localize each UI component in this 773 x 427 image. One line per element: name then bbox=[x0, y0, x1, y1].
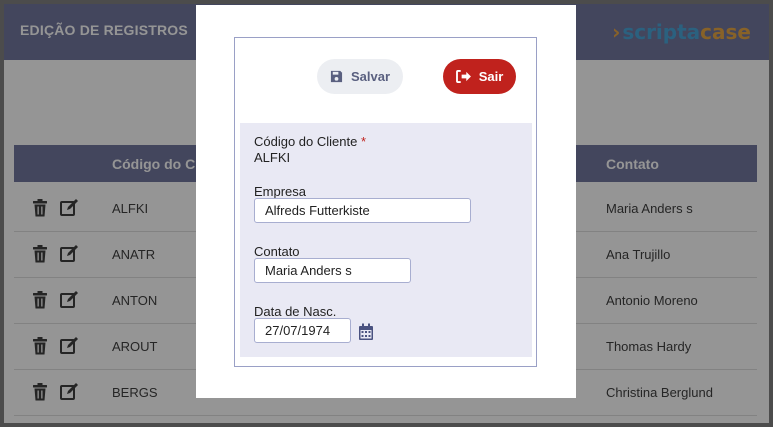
codigo-label: Código do Cliente * bbox=[254, 134, 367, 149]
required-marker: * bbox=[360, 134, 367, 149]
empresa-field[interactable] bbox=[254, 198, 471, 223]
contato-label: Contato bbox=[254, 244, 300, 259]
record-form: Código do Cliente * ALFKI Empresa Contat… bbox=[240, 123, 532, 357]
exit-label: Sair bbox=[478, 69, 504, 84]
exit-button[interactable]: Sair bbox=[443, 59, 516, 94]
exit-icon bbox=[455, 70, 471, 83]
contato-field[interactable] bbox=[254, 258, 411, 283]
empresa-label: Empresa bbox=[254, 184, 307, 199]
nasc-field[interactable] bbox=[254, 318, 351, 343]
calendar-icon[interactable] bbox=[358, 323, 374, 341]
form-frame: Salvar Sair Código do Cliente * ALFKI Em… bbox=[234, 37, 537, 367]
nasc-label: Data de Nasc. bbox=[254, 304, 337, 319]
save-label: Salvar bbox=[350, 69, 391, 84]
save-icon bbox=[330, 70, 343, 83]
save-button[interactable]: Salvar bbox=[317, 59, 403, 94]
edit-modal: Salvar Sair Código do Cliente * ALFKI Em… bbox=[196, 5, 576, 398]
codigo-value: ALFKI bbox=[254, 150, 291, 165]
